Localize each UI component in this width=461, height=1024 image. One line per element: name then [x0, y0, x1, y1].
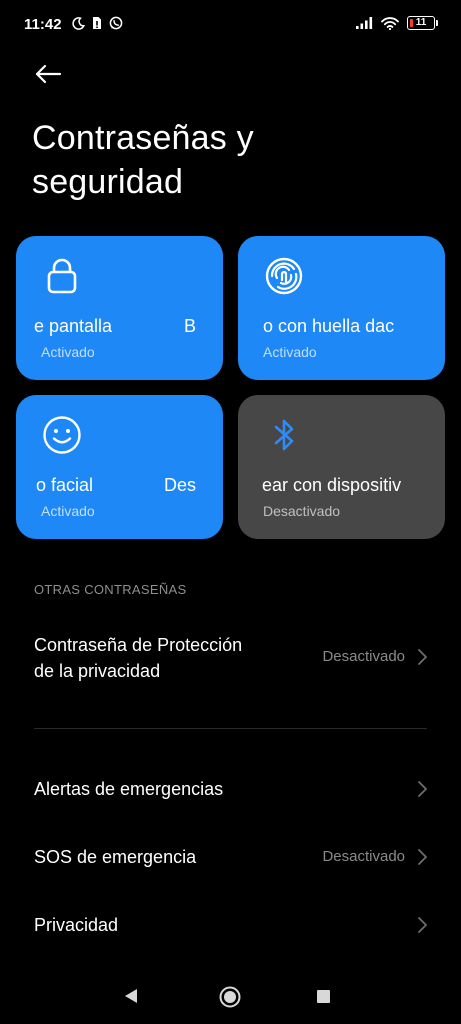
list-item-emergency-sos[interactable]: SOS de emergencia Desactivado	[0, 838, 461, 878]
tile-face-unlock-title: o facial Des	[16, 473, 223, 497]
battery-level: 11	[415, 17, 427, 28]
status-time: 11:42	[24, 16, 62, 33]
list-item-privacy[interactable]: Privacidad	[0, 906, 461, 946]
tile-screen-lock-title: e pantalla B	[16, 314, 223, 338]
nav-home-icon[interactable]	[219, 986, 241, 1008]
tile-screen-lock-status: Activado	[41, 344, 95, 360]
tile-bluetooth-unlock-title-text: ear con dispositiv	[262, 475, 402, 495]
tile-fingerprint-status: Activado	[263, 344, 317, 360]
nav-back-icon[interactable]	[124, 988, 138, 1004]
tile-fingerprint-title-text: o con huella dac	[263, 316, 395, 336]
chevron-right-icon	[418, 917, 427, 933]
emergency-sos-label: SOS de emergencia	[34, 847, 197, 867]
tile-bluetooth-unlock-status: Desactivado	[263, 503, 341, 519]
tile-fingerprint[interactable]: o con huella dac Activado	[238, 236, 445, 380]
section-header-otras-contrasenas: OTRAS CONTRASEÑAS	[34, 582, 187, 597]
lock-icon	[47, 258, 77, 294]
chevron-right-icon	[418, 781, 427, 797]
privacy-label: Privacidad	[34, 915, 119, 935]
back-button[interactable]	[34, 60, 66, 88]
privacy-password-label: Contraseña de Protección de la privacida…	[34, 632, 242, 684]
page-title-line-1: Contraseñas y	[32, 119, 254, 157]
privacy-password-value: Desactivado	[322, 648, 405, 665]
whatsapp-icon	[109, 16, 123, 30]
wifi-icon	[381, 16, 399, 30]
tile-screen-lock-title-tail: B	[184, 316, 197, 336]
chevron-right-icon	[418, 849, 427, 865]
back-arrow-icon	[35, 64, 62, 84]
tile-face-unlock-status: Activado	[41, 503, 95, 519]
list-item-privacy-password[interactable]: Contraseña de Protección de la privacida…	[0, 630, 461, 700]
privacy-password-label-line-1: Contraseña de Protección	[34, 635, 243, 655]
signal-icon	[356, 17, 373, 29]
battery-low-fill	[410, 19, 413, 27]
emergency-alerts-label: Alertas de emergencias	[34, 779, 224, 799]
bluetooth-icon	[274, 419, 294, 451]
privacy-password-label-line-2: de la privacidad	[34, 661, 161, 681]
moon-icon	[72, 16, 85, 30]
tile-screen-lock-title-text: e pantalla	[34, 316, 113, 336]
sim-alert-icon	[93, 17, 101, 29]
emergency-sos-value: Desactivado	[322, 848, 405, 865]
list-item-emergency-alerts[interactable]: Alertas de emergencias	[0, 770, 461, 810]
tile-face-unlock[interactable]: o facial Des Activado	[16, 395, 223, 539]
tile-face-unlock-title-text: o facial	[36, 475, 94, 495]
navigation-bar	[0, 972, 461, 1024]
face-icon	[43, 416, 81, 454]
status-bar: 11:42 11	[0, 0, 461, 48]
tile-face-unlock-title-tail: Des	[164, 475, 197, 495]
status-icons-right: 11	[356, 16, 438, 30]
status-icons-left	[72, 16, 123, 30]
fingerprint-icon	[265, 257, 303, 295]
divider	[34, 728, 427, 729]
battery-icon: 11	[407, 16, 438, 30]
tile-bluetooth-unlock[interactable]: ear con dispositiv Desactivado	[238, 395, 445, 539]
page-title-line-2: seguridad	[32, 163, 184, 201]
battery-tip	[436, 20, 438, 26]
tile-bluetooth-unlock-title: ear con dispositiv	[238, 473, 445, 497]
tile-fingerprint-title: o con huella dac	[238, 314, 445, 338]
nav-recents-icon[interactable]	[317, 990, 330, 1003]
tile-screen-lock[interactable]: e pantalla B Activado	[16, 236, 223, 380]
chevron-right-icon	[418, 649, 427, 665]
page-title: Contraseñas y seguridad	[32, 116, 432, 204]
